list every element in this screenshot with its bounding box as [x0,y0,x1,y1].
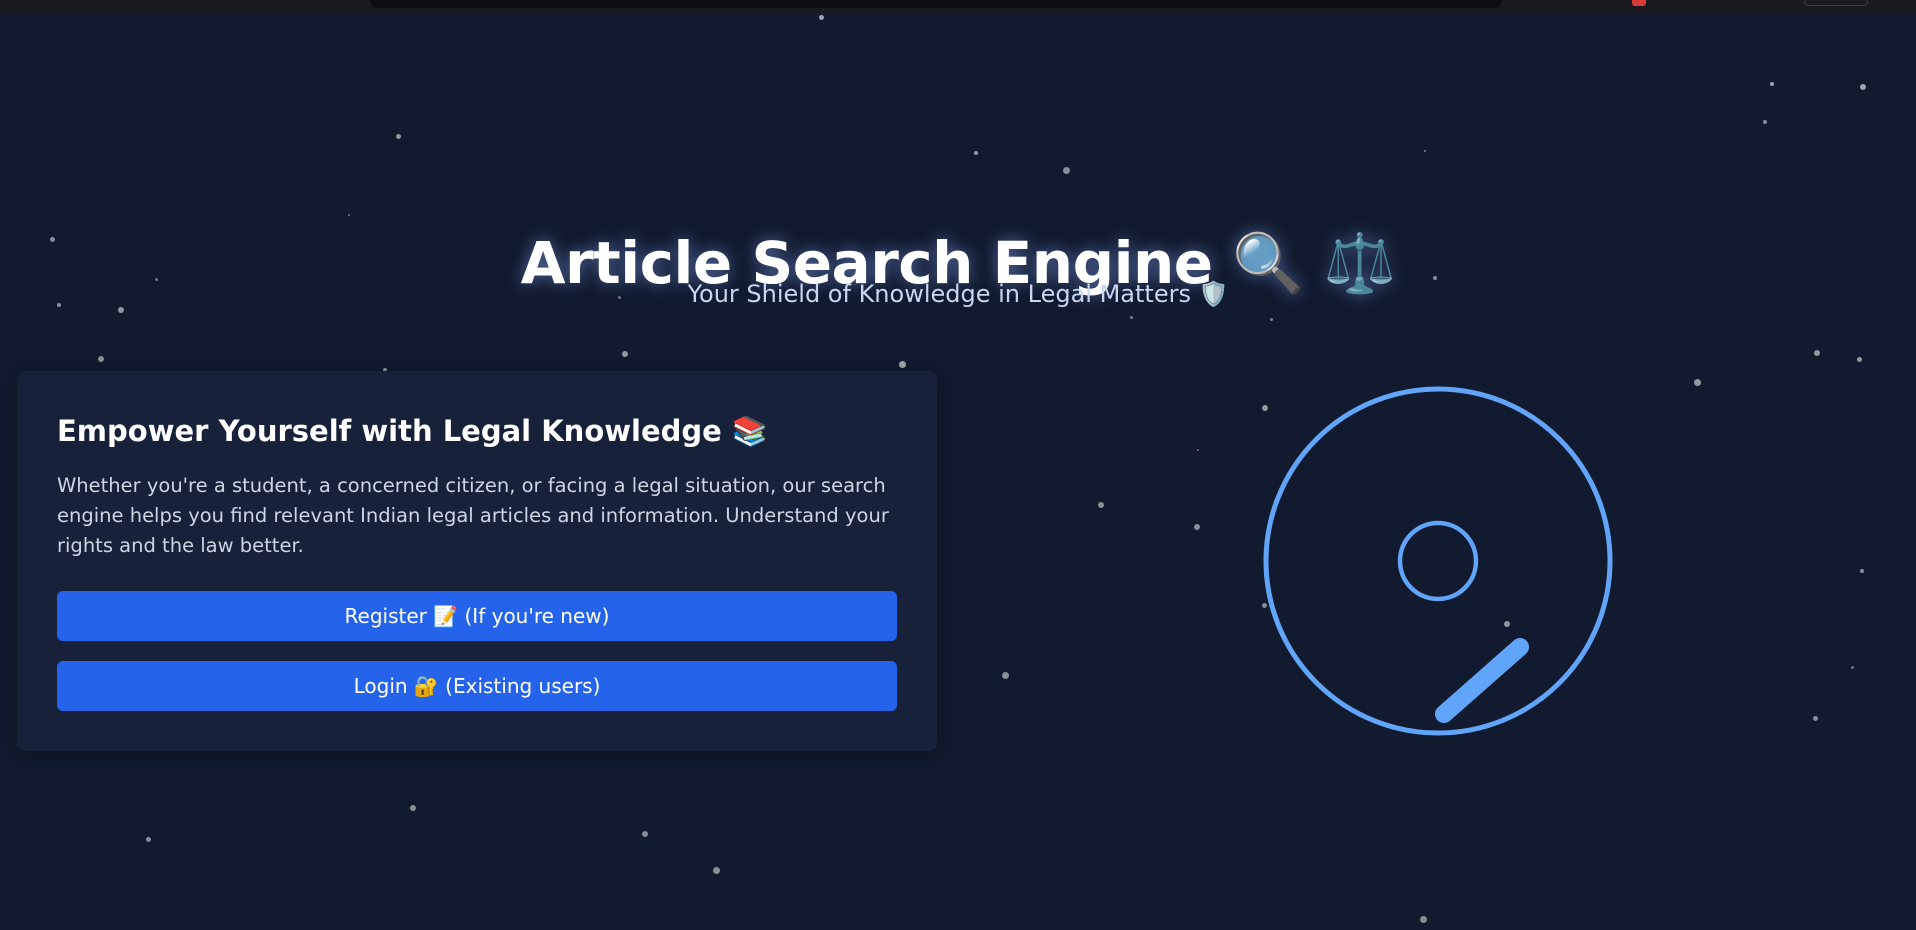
star [1814,350,1820,356]
star [1763,120,1767,124]
login-button[interactable]: Login 🔐 (Existing users) [57,661,897,711]
magnifier-icon [1263,386,1613,736]
star [1063,167,1070,174]
star [899,361,906,368]
intro-heading: Empower Yourself with Legal Knowledge 📚 [57,414,769,448]
star [396,134,401,139]
star [1420,916,1427,923]
star [1197,449,1199,451]
star [1860,569,1864,573]
star [1424,150,1426,152]
star [348,214,350,216]
star [974,151,978,155]
intro-description: Whether you're a student, a concerned ci… [57,474,889,557]
star [1857,357,1862,362]
star [713,867,720,874]
star [1851,666,1854,669]
star [410,805,416,811]
star [1770,82,1774,86]
star [642,831,648,837]
page-subtitle: Your Shield of Knowledge in Legal Matter… [687,280,1229,308]
star [1002,672,1009,679]
star [622,351,628,357]
intro-card: Empower Yourself with Legal Knowledge 📚 … [17,371,937,751]
star [1813,716,1818,721]
star [1130,316,1133,319]
star [1194,524,1200,530]
star [1694,379,1701,386]
star [819,15,824,20]
magnifier-illustration [1258,384,1618,744]
star [1860,84,1866,90]
register-button[interactable]: Register 📝 (If you're new) [57,591,897,641]
star [1270,318,1273,321]
star [98,356,104,362]
star [1098,502,1104,508]
star [146,837,151,842]
